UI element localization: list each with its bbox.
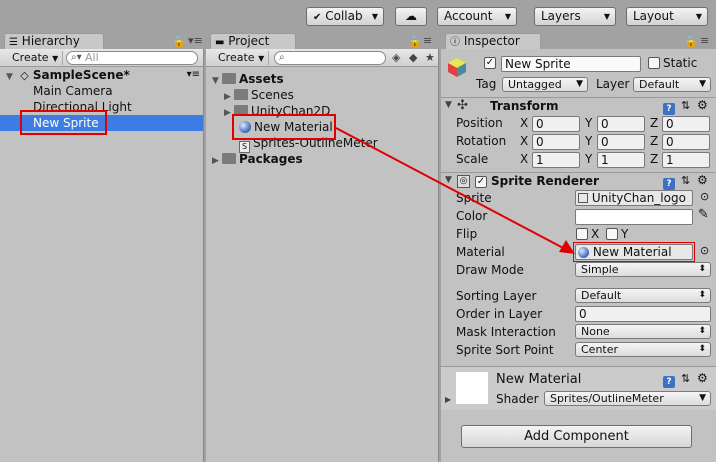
annotation-arrow bbox=[335, 127, 575, 254]
